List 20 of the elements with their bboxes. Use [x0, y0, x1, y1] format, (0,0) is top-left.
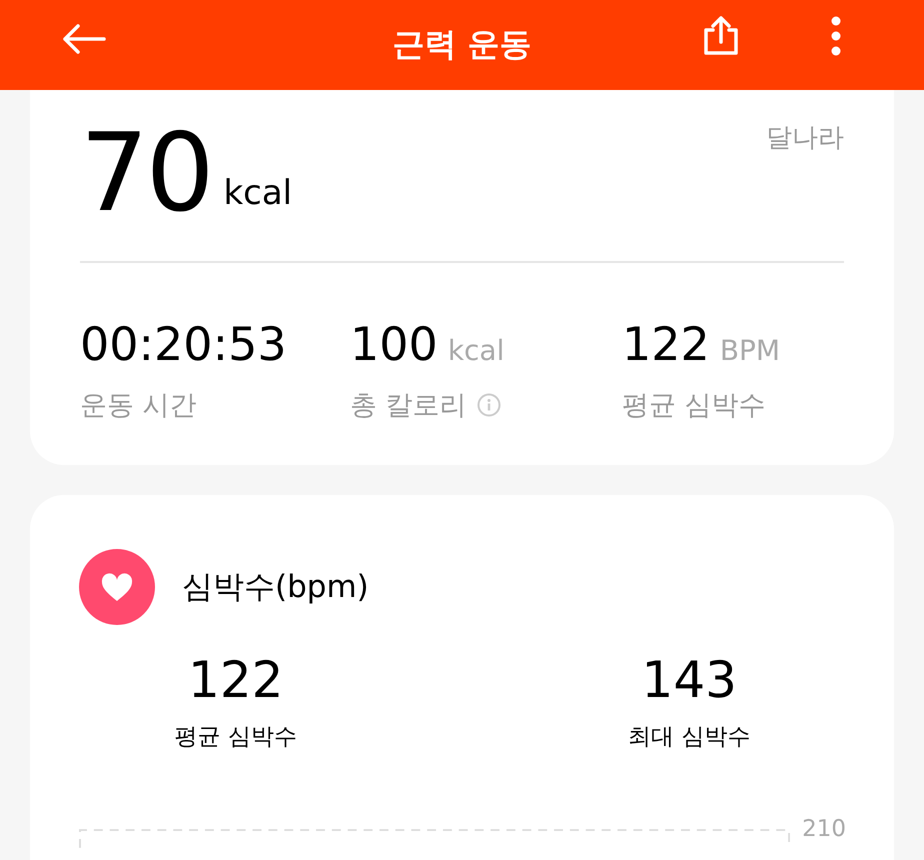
calories-unit: kcal [223, 173, 292, 213]
stat-unit: kcal [448, 334, 504, 367]
location-label: 달나라 [766, 122, 844, 155]
stat-label: 운동 시간 [80, 389, 197, 423]
heart-rate-value: 122 [188, 655, 284, 705]
axis-label: 210 [802, 816, 846, 842]
more-icon[interactable] [830, 16, 842, 56]
calories-value: 70 [80, 120, 212, 228]
stat-value: 122 [622, 321, 710, 367]
heart-rate-label: 최대 심박수 [628, 723, 750, 752]
section-title: 심박수(bpm) [182, 568, 369, 607]
stat-value: 100 [350, 321, 438, 367]
stat-unit: BPM [720, 334, 780, 367]
heart-rate-label: 평균 심박수 [174, 723, 297, 752]
back-icon[interactable] [62, 24, 106, 54]
stat-label: 총 칼로리 [350, 389, 467, 423]
heart-rate-value: 143 [642, 655, 737, 705]
stat-label: 평균 심박수 [622, 389, 766, 423]
page-title: 근력 운동 [392, 24, 532, 65]
stat-value: 00:20:53 [80, 321, 287, 367]
